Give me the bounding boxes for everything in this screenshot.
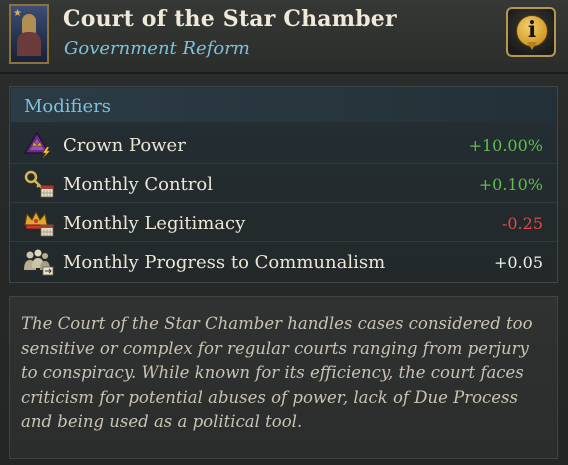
people-calendar-icon [24,249,54,276]
modifiers-header: Modifiers [11,88,556,122]
crown-power-icon [23,131,51,159]
modifier-label: Crown Power [63,135,186,156]
reform-type: Government Reform [64,38,250,59]
reform-portrait-icon: ★ [9,4,49,64]
info-button[interactable]: i [506,7,556,57]
modifier-value: +0.05 [493,253,543,272]
crown-calendar-icon [24,210,54,237]
modifier-row-monthly-control: Monthly Control +0.10% [10,166,557,203]
modifier-row-monthly-legitimacy: Monthly Legitimacy -0.25 [10,205,557,242]
modifier-value: +0.10% [478,175,543,194]
modifier-row-monthly-progress-communalism: Monthly Progress to Communalism +0.05 [10,244,557,281]
description-text: The Court of the Star Chamber handles ca… [21,314,533,431]
modifiers-section: Modifiers Crown Power +10.00% Monthly Co… [9,86,558,283]
reform-title: Court of the Star Chamber [63,6,397,32]
key-calendar-icon [24,170,54,198]
description-box: The Court of the Star Chamber handles ca… [9,296,558,459]
star-icon: ★ [13,8,22,19]
info-icon: i [516,15,548,50]
modifier-label: Monthly Legitimacy [63,213,246,234]
tooltip-panel: ★ Court of the Star Chamber Government R… [0,0,568,465]
modifier-label: Monthly Progress to Communalism [63,252,386,273]
modifier-row-crown-power: Crown Power +10.00% [10,127,557,164]
modifier-value: -0.25 [501,214,543,233]
modifiers-title: Modifiers [24,96,112,117]
modifier-label: Monthly Control [63,174,213,195]
modifier-value: +10.00% [468,136,543,155]
tooltip-header: ★ Court of the Star Chamber Government R… [0,0,568,74]
